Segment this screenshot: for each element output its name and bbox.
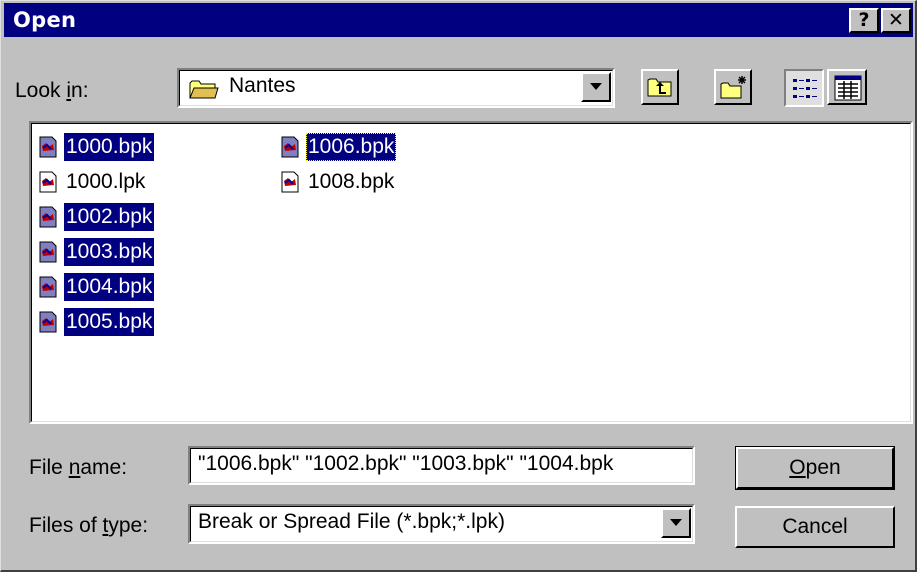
file-name: 1005.bpk: [64, 308, 155, 336]
file-item[interactable]: 1006.bpk: [279, 133, 397, 161]
document-icon: [37, 136, 59, 158]
new-folder-icon: [719, 74, 749, 105]
open-dialog: Open ? ✕ Look in: Nantes 1000.bpk 1000.l…: [0, 0, 917, 572]
file-item[interactable]: 1000.bpk: [37, 133, 155, 161]
document-icon: [37, 276, 59, 298]
file-item[interactable]: 1000.lpk: [37, 168, 147, 196]
file-name: 1008.bpk: [308, 170, 395, 193]
file-list[interactable]: 1000.bpk 1000.lpk 1002.bpk 1003.bpk 1004.bpk…: [29, 121, 913, 424]
folder-up-icon: [646, 75, 674, 104]
cancel-button[interactable]: Cancel: [735, 506, 895, 548]
chevron-down-icon: [670, 519, 682, 526]
look-in-label: Look in:: [15, 79, 89, 102]
file-type-dropdown-button[interactable]: [661, 508, 691, 538]
cancel-button-label: Cancel: [782, 515, 848, 538]
file-name: 1004.bpk: [64, 273, 155, 301]
list-view-button[interactable]: [784, 69, 824, 107]
file-type-value: Break or Spread File (*.bpk;*.lpk): [198, 510, 505, 533]
document-icon: [37, 206, 59, 228]
document-icon: [279, 171, 301, 193]
file-item[interactable]: 1003.bpk: [37, 238, 155, 266]
chevron-down-icon: [590, 83, 602, 90]
details-view-button[interactable]: [827, 69, 867, 105]
title-bar[interactable]: Open ? ✕: [4, 3, 913, 37]
file-name-value: "1006.bpk" "1002.bpk" "1003.bpk" "1004.b…: [198, 452, 614, 475]
document-icon: [37, 171, 59, 193]
file-type-combo[interactable]: Break or Spread File (*.bpk;*.lpk): [188, 504, 695, 544]
document-icon: [37, 241, 59, 263]
open-button-label: Open: [789, 456, 841, 479]
file-item[interactable]: 1008.bpk: [279, 168, 396, 196]
list-view-icon: [792, 77, 818, 106]
close-button[interactable]: ✕: [881, 8, 911, 33]
file-item[interactable]: 1002.bpk: [37, 203, 155, 231]
dialog-title: Open: [13, 8, 77, 32]
file-name: 1000.lpk: [66, 170, 146, 193]
help-button[interactable]: ?: [849, 8, 879, 33]
look-in-value: Nantes: [229, 74, 296, 97]
file-item[interactable]: 1004.bpk: [37, 273, 155, 301]
file-name: 1002.bpk: [64, 203, 155, 231]
file-name: 1003.bpk: [64, 238, 155, 266]
folder-icon: [189, 78, 219, 100]
up-one-level-button[interactable]: [641, 69, 679, 105]
file-name: 1000.bpk: [64, 133, 155, 161]
file-name: 1006.bpk: [306, 133, 397, 161]
open-button[interactable]: Open: [735, 446, 895, 490]
file-type-label: Files of type:: [29, 514, 149, 537]
details-view-icon: [834, 75, 862, 106]
look-in-dropdown-button[interactable]: [581, 72, 611, 102]
file-name-input[interactable]: "1006.bpk" "1002.bpk" "1003.bpk" "1004.b…: [188, 446, 695, 485]
document-icon: [279, 136, 301, 158]
new-folder-button[interactable]: [714, 69, 752, 105]
look-in-combo[interactable]: Nantes: [177, 68, 615, 108]
document-icon: [37, 311, 59, 333]
file-name-label: File name:: [29, 456, 128, 479]
open-button-face[interactable]: Open: [736, 447, 894, 489]
file-item[interactable]: 1005.bpk: [37, 308, 155, 336]
